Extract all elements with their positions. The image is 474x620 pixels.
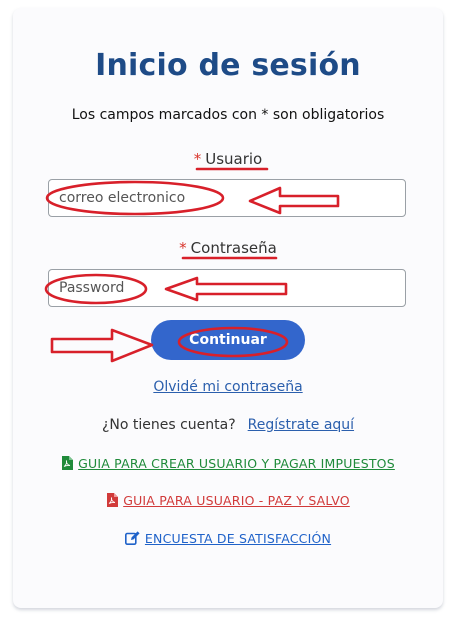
pdf-icon (61, 456, 74, 473)
password-label: * Contraseña (0, 239, 456, 257)
page-title: Inicio de sesión (95, 48, 361, 83)
required-asterisk: * (193, 150, 202, 168)
survey-link[interactable]: ENCUESTA DE SATISFACCIÓN (0, 531, 456, 548)
register-link[interactable]: Regístrate aquí (248, 417, 354, 433)
username-label: * Usuario (0, 150, 456, 168)
password-label-text: Contraseña (190, 239, 277, 257)
no-account-text: ¿No tienes cuenta? (101, 417, 236, 433)
continue-button[interactable]: Continuar (151, 320, 305, 360)
required-asterisk: * (179, 239, 187, 257)
login-card (13, 8, 443, 608)
guide-paz-y-salvo-link[interactable]: GUIA PARA USUARIO - PAZ Y SALVO (0, 493, 456, 510)
guide-paz-y-salvo-text[interactable]: GUIA PARA USUARIO - PAZ Y SALVO (123, 493, 350, 508)
forgot-password-link[interactable]: Olvidé mi contraseña (0, 379, 456, 395)
pdf-icon (106, 493, 119, 510)
guide-create-user-link[interactable]: GUIA PARA CREAR USUARIO Y PAGAR IMPUESTO… (0, 456, 456, 473)
survey-text[interactable]: ENCUESTA DE SATISFACCIÓN (145, 531, 331, 546)
register-row: ¿No tienes cuenta? Regístrate aquí (0, 417, 456, 433)
password-input[interactable] (48, 269, 406, 307)
username-label-text: Usuario (205, 150, 263, 168)
edit-icon (124, 531, 140, 548)
username-input[interactable] (48, 179, 406, 217)
guide-create-user-text[interactable]: GUIA PARA CREAR USUARIO Y PAGAR IMPUESTO… (78, 456, 395, 471)
required-fields-note: Los campos marcados con * son obligatori… (71, 107, 385, 123)
